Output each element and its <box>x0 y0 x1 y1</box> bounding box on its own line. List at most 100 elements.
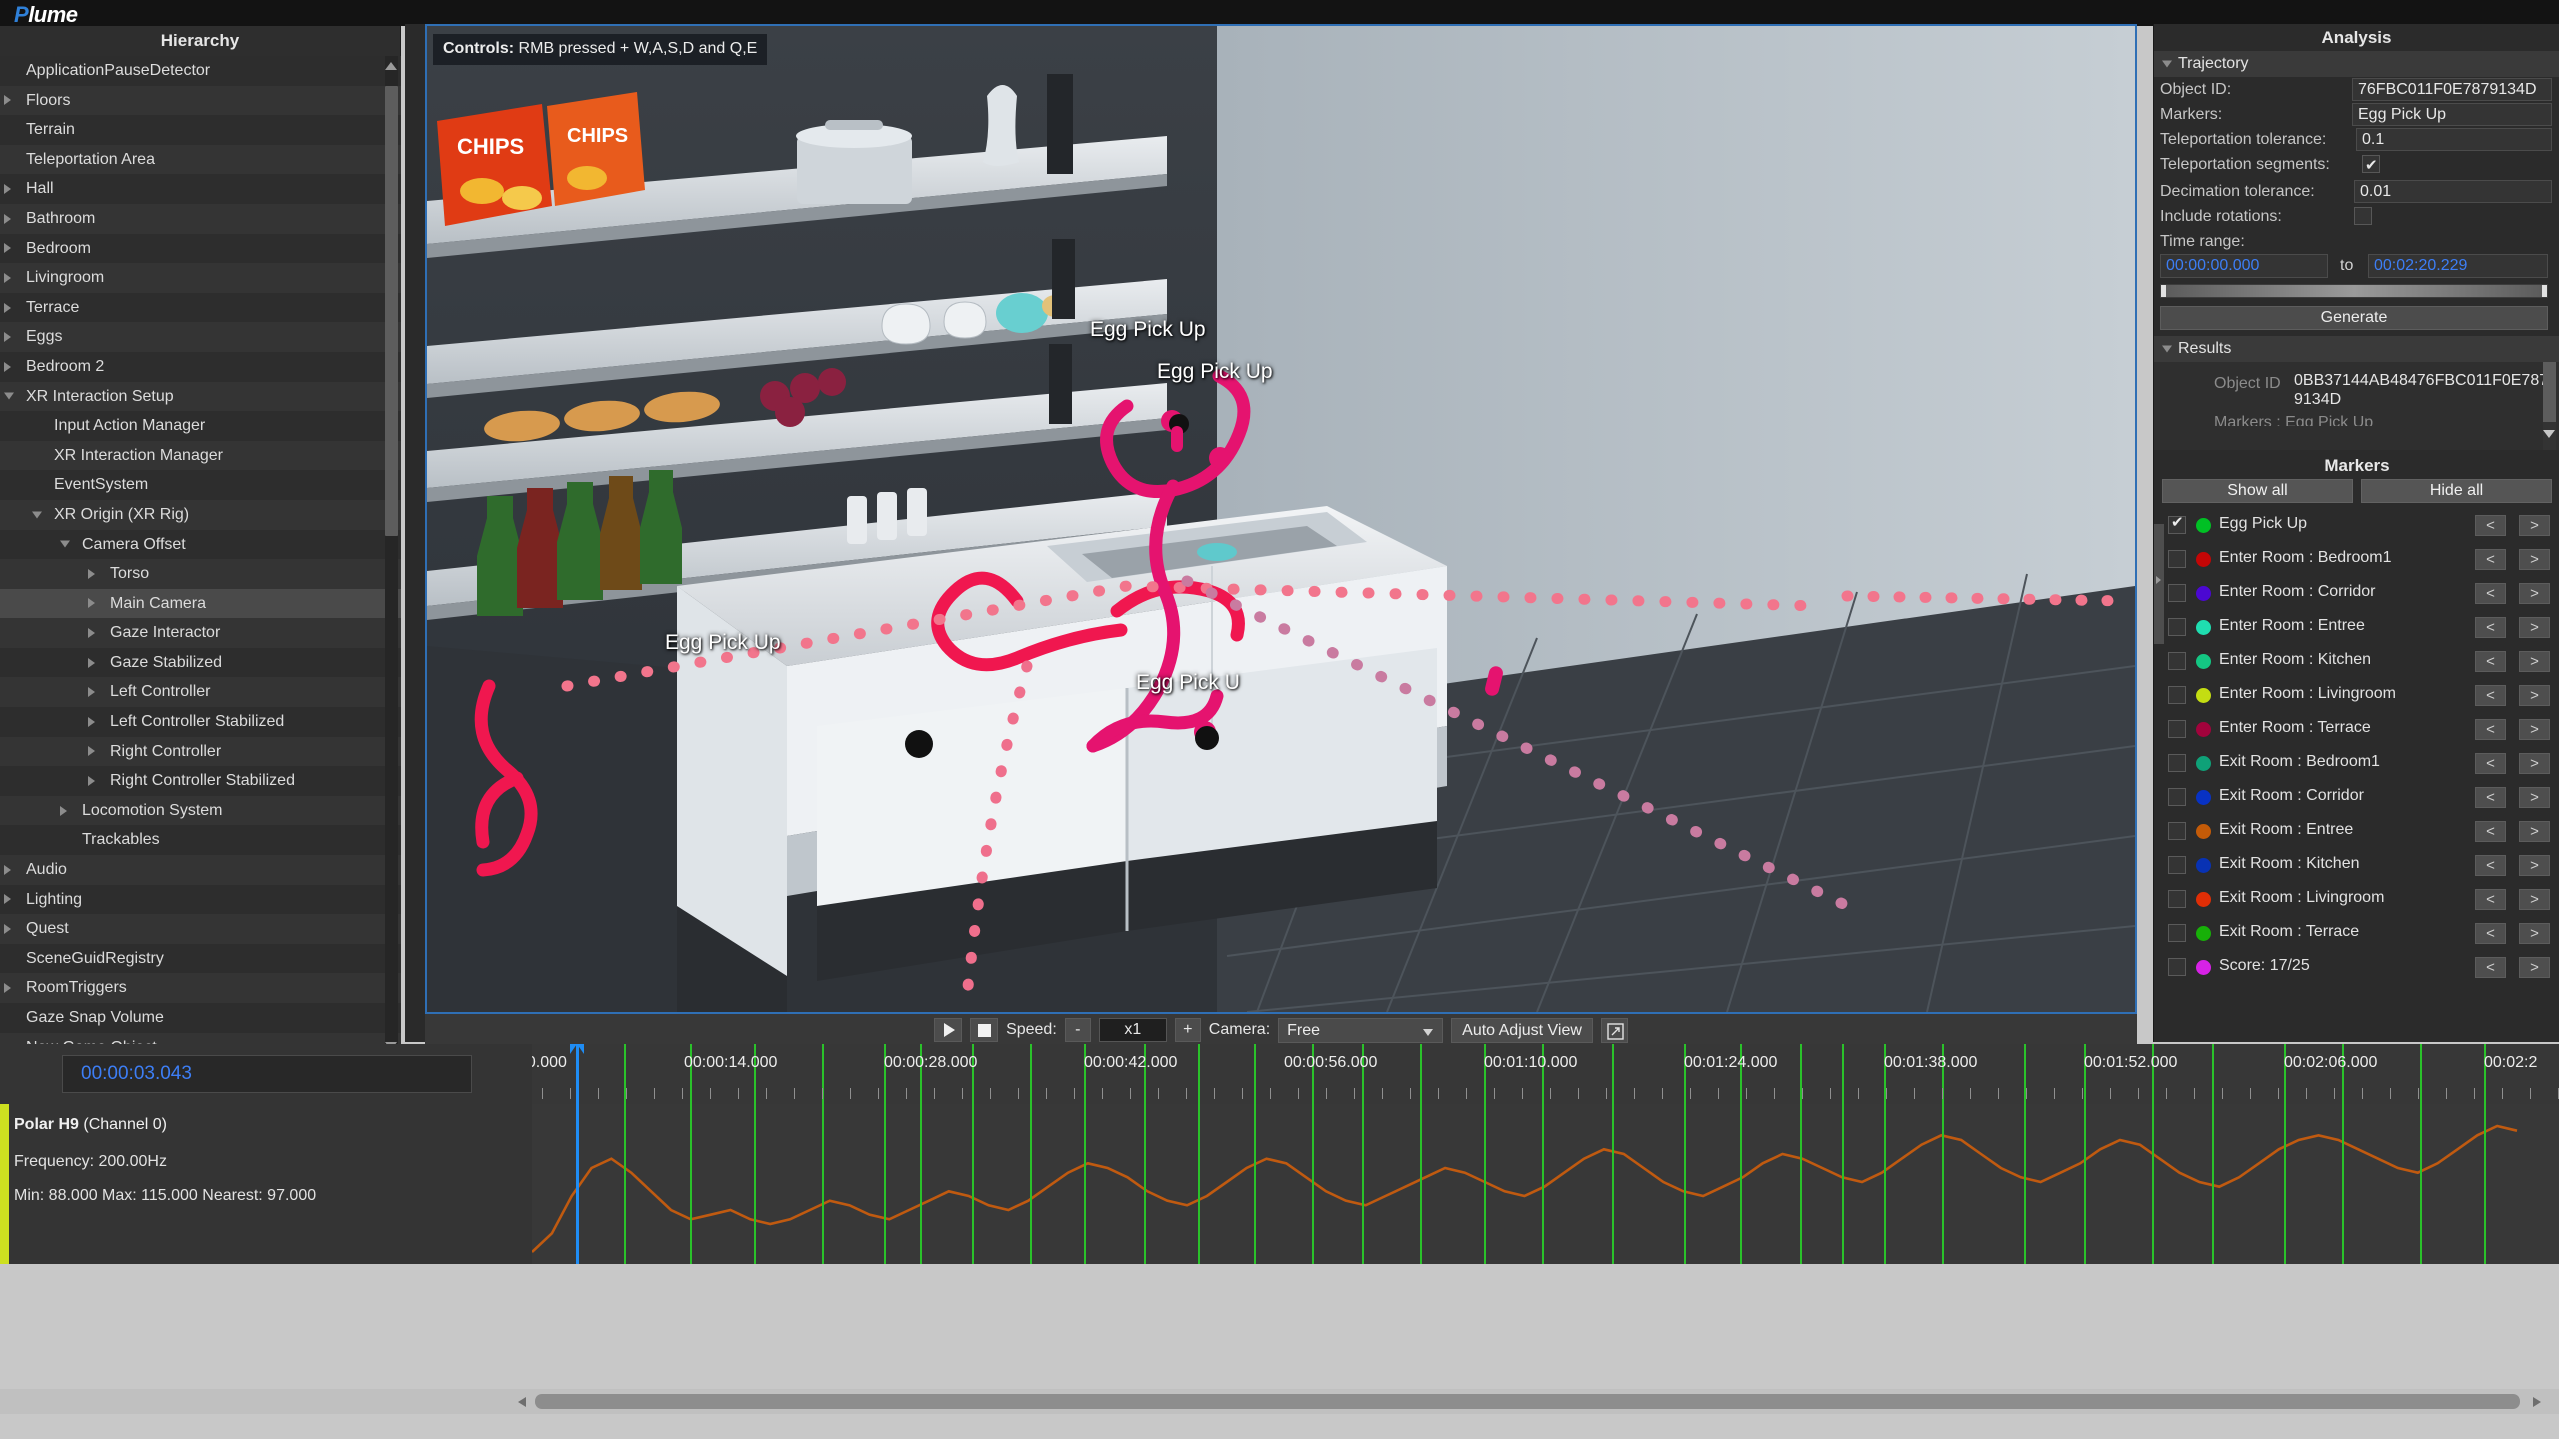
chevron-down-icon[interactable] <box>60 540 70 548</box>
teleport-segments-checkbox[interactable] <box>2362 153 2380 178</box>
chevron-right-icon[interactable] <box>88 746 95 757</box>
marker-prev-button[interactable]: < <box>2475 923 2506 944</box>
markers-input[interactable]: Egg Pick Up <box>2352 103 2552 126</box>
chevron-down-icon[interactable] <box>4 392 14 400</box>
chevron-right-icon[interactable] <box>88 568 95 579</box>
time-range-slider[interactable] <box>2160 284 2548 298</box>
range-handle-left[interactable] <box>2161 285 2166 297</box>
timeline-event-marker[interactable] <box>972 1044 974 1104</box>
hierarchy-item-xr-origin-xr-rig[interactable]: XR Origin (XR Rig) <box>0 499 401 530</box>
timeline-event-marker[interactable] <box>2212 1044 2214 1104</box>
timeline-event-marker[interactable] <box>2484 1044 2486 1104</box>
marker-visibility-checkbox[interactable] <box>2168 513 2186 534</box>
timeline-horizontal-scrollbar[interactable] <box>0 1389 2559 1414</box>
timeline-event-marker[interactable] <box>2342 1044 2344 1104</box>
marker-visibility-checkbox[interactable] <box>2168 652 2186 670</box>
hierarchy-item-left-controller-stabilized[interactable]: Left Controller Stabilized <box>0 707 401 737</box>
marker-prev-button[interactable]: < <box>2475 855 2506 876</box>
results-section-header[interactable]: Results <box>2154 336 2559 362</box>
timeline-event-marker[interactable] <box>2152 1044 2154 1104</box>
timeline-current-time[interactable]: 00:00:03.043 <box>62 1055 472 1093</box>
hierarchy-list[interactable]: ApplicationPauseDetector Floors Terrain Tel… <box>0 56 401 1044</box>
marker-next-button[interactable]: > <box>2519 923 2550 944</box>
time-range-to-input[interactable]: 00:02:20.229 <box>2368 254 2548 278</box>
hierarchy-item-applicationpausedetector[interactable]: ApplicationPauseDetector <box>0 56 401 86</box>
scroll-left-icon[interactable] <box>518 1397 526 1407</box>
marker-visibility-checkbox[interactable] <box>2168 686 2186 704</box>
speed-increase-button[interactable]: + <box>1174 1018 1201 1042</box>
hierarchy-item-right-controller[interactable]: Right Controller <box>0 736 401 767</box>
timeline-event-marker[interactable] <box>1740 1044 1742 1104</box>
hierarchy-item-terrain[interactable]: Terrain <box>0 115 401 145</box>
analysis-collapse-handle[interactable] <box>2154 524 2164 644</box>
hierarchy-item-gaze-interactor[interactable]: Gaze Interactor <box>0 618 401 648</box>
timeline-ruler[interactable]: 00.000 00:00:14.000 00:00:28.000 00:00:42.0… <box>532 1044 2559 1104</box>
marker-next-button[interactable]: > <box>2519 719 2550 740</box>
hierarchy-item-audio[interactable]: Audio <box>0 855 401 885</box>
hierarchy-item-eventsystem[interactable]: EventSystem <box>0 470 401 500</box>
chevron-right-icon[interactable] <box>88 657 95 668</box>
marker-prev-button[interactable]: < <box>2475 583 2506 604</box>
hierarchy-item-gaze-stabilized[interactable]: Gaze Stabilized <box>0 647 401 678</box>
hierarchy-item-right-controller-stabilized[interactable]: Right Controller Stabilized <box>0 766 401 796</box>
chevron-right-icon[interactable] <box>4 184 11 195</box>
timeline-event-marker[interactable] <box>1030 1044 1032 1104</box>
results-scroll-down-icon[interactable] <box>2543 430 2555 438</box>
hierarchy-item-new-game-object[interactable]: New Game Object <box>0 1032 401 1044</box>
marker-next-button[interactable]: > <box>2519 617 2550 638</box>
timeline-playhead[interactable] <box>570 1044 584 1104</box>
chevron-right-icon[interactable] <box>4 924 11 935</box>
marker-next-button[interactable]: > <box>2519 787 2550 808</box>
hierarchy-item-sceneguidregistry[interactable]: SceneGuidRegistry <box>0 943 401 974</box>
chevron-right-icon[interactable] <box>4 302 11 313</box>
marker-next-button[interactable]: > <box>2519 583 2550 604</box>
marker-prev-button[interactable]: < <box>2475 719 2506 740</box>
hierarchy-item-eggs[interactable]: Eggs <box>0 322 401 352</box>
timeline-event-marker[interactable] <box>2420 1044 2422 1104</box>
hide-all-button[interactable]: Hide all <box>2361 479 2552 503</box>
timeline-event-marker[interactable] <box>1144 1044 1146 1104</box>
marker-next-button[interactable]: > <box>2519 685 2550 706</box>
play-button[interactable] <box>934 1018 963 1042</box>
marker-visibility-checkbox[interactable] <box>2168 618 2186 636</box>
chevron-right-icon[interactable] <box>88 687 95 698</box>
marker-visibility-checkbox[interactable] <box>2168 754 2186 772</box>
timeline-event-marker[interactable] <box>1612 1044 1614 1104</box>
marker-next-button[interactable]: > <box>2519 957 2550 978</box>
marker-prev-button[interactable]: < <box>2475 787 2506 808</box>
show-all-button[interactable]: Show all <box>2162 479 2353 503</box>
chevron-right-icon[interactable] <box>4 213 11 224</box>
chevron-right-icon[interactable] <box>88 628 95 639</box>
timeline-event-marker[interactable] <box>2284 1044 2286 1104</box>
hierarchy-item-gaze-snap-volume[interactable]: Gaze Snap Volume <box>0 1003 401 1033</box>
chevron-right-icon[interactable] <box>4 95 11 106</box>
marker-visibility-checkbox[interactable] <box>2168 856 2186 874</box>
timeline-event-marker[interactable] <box>1542 1044 1544 1104</box>
chevron-right-icon[interactable] <box>88 716 95 727</box>
camera-mode-select[interactable]: Free <box>1278 1017 1444 1043</box>
scroll-up-icon[interactable] <box>385 62 397 70</box>
timeline-event-marker[interactable] <box>754 1044 756 1104</box>
timeline-event-marker[interactable] <box>1254 1044 1256 1104</box>
range-handle-right[interactable] <box>2542 285 2547 297</box>
marker-next-button[interactable]: > <box>2519 855 2550 876</box>
hierarchy-item-bathroom[interactable]: Bathroom <box>0 203 401 234</box>
marker-visibility-checkbox[interactable] <box>2168 958 2186 976</box>
hierarchy-item-main-camera[interactable]: Main Camera <box>0 588 401 619</box>
fullscreen-button[interactable] <box>1600 1017 1628 1043</box>
marker-prev-button[interactable]: < <box>2475 651 2506 672</box>
marker-next-button[interactable]: > <box>2519 821 2550 842</box>
hierarchy-item-quest[interactable]: Quest <box>0 914 401 944</box>
marker-visibility-checkbox[interactable] <box>2168 550 2186 568</box>
hierarchy-item-livingroom[interactable]: Livingroom <box>0 263 401 293</box>
hierarchy-scrollbar-thumb[interactable] <box>385 86 398 536</box>
include-rotations-checkbox[interactable] <box>2354 207 2372 225</box>
marker-visibility-checkbox[interactable] <box>2168 822 2186 840</box>
chevron-right-icon[interactable] <box>4 361 11 372</box>
timeline-event-marker[interactable] <box>1312 1044 1314 1104</box>
marker-visibility-checkbox[interactable] <box>2168 890 2186 908</box>
hierarchy-item-locomotion-system[interactable]: Locomotion System <box>0 795 401 826</box>
chevron-right-icon[interactable] <box>4 243 11 254</box>
marker-prev-button[interactable]: < <box>2475 549 2506 570</box>
marker-next-button[interactable]: > <box>2519 651 2550 672</box>
